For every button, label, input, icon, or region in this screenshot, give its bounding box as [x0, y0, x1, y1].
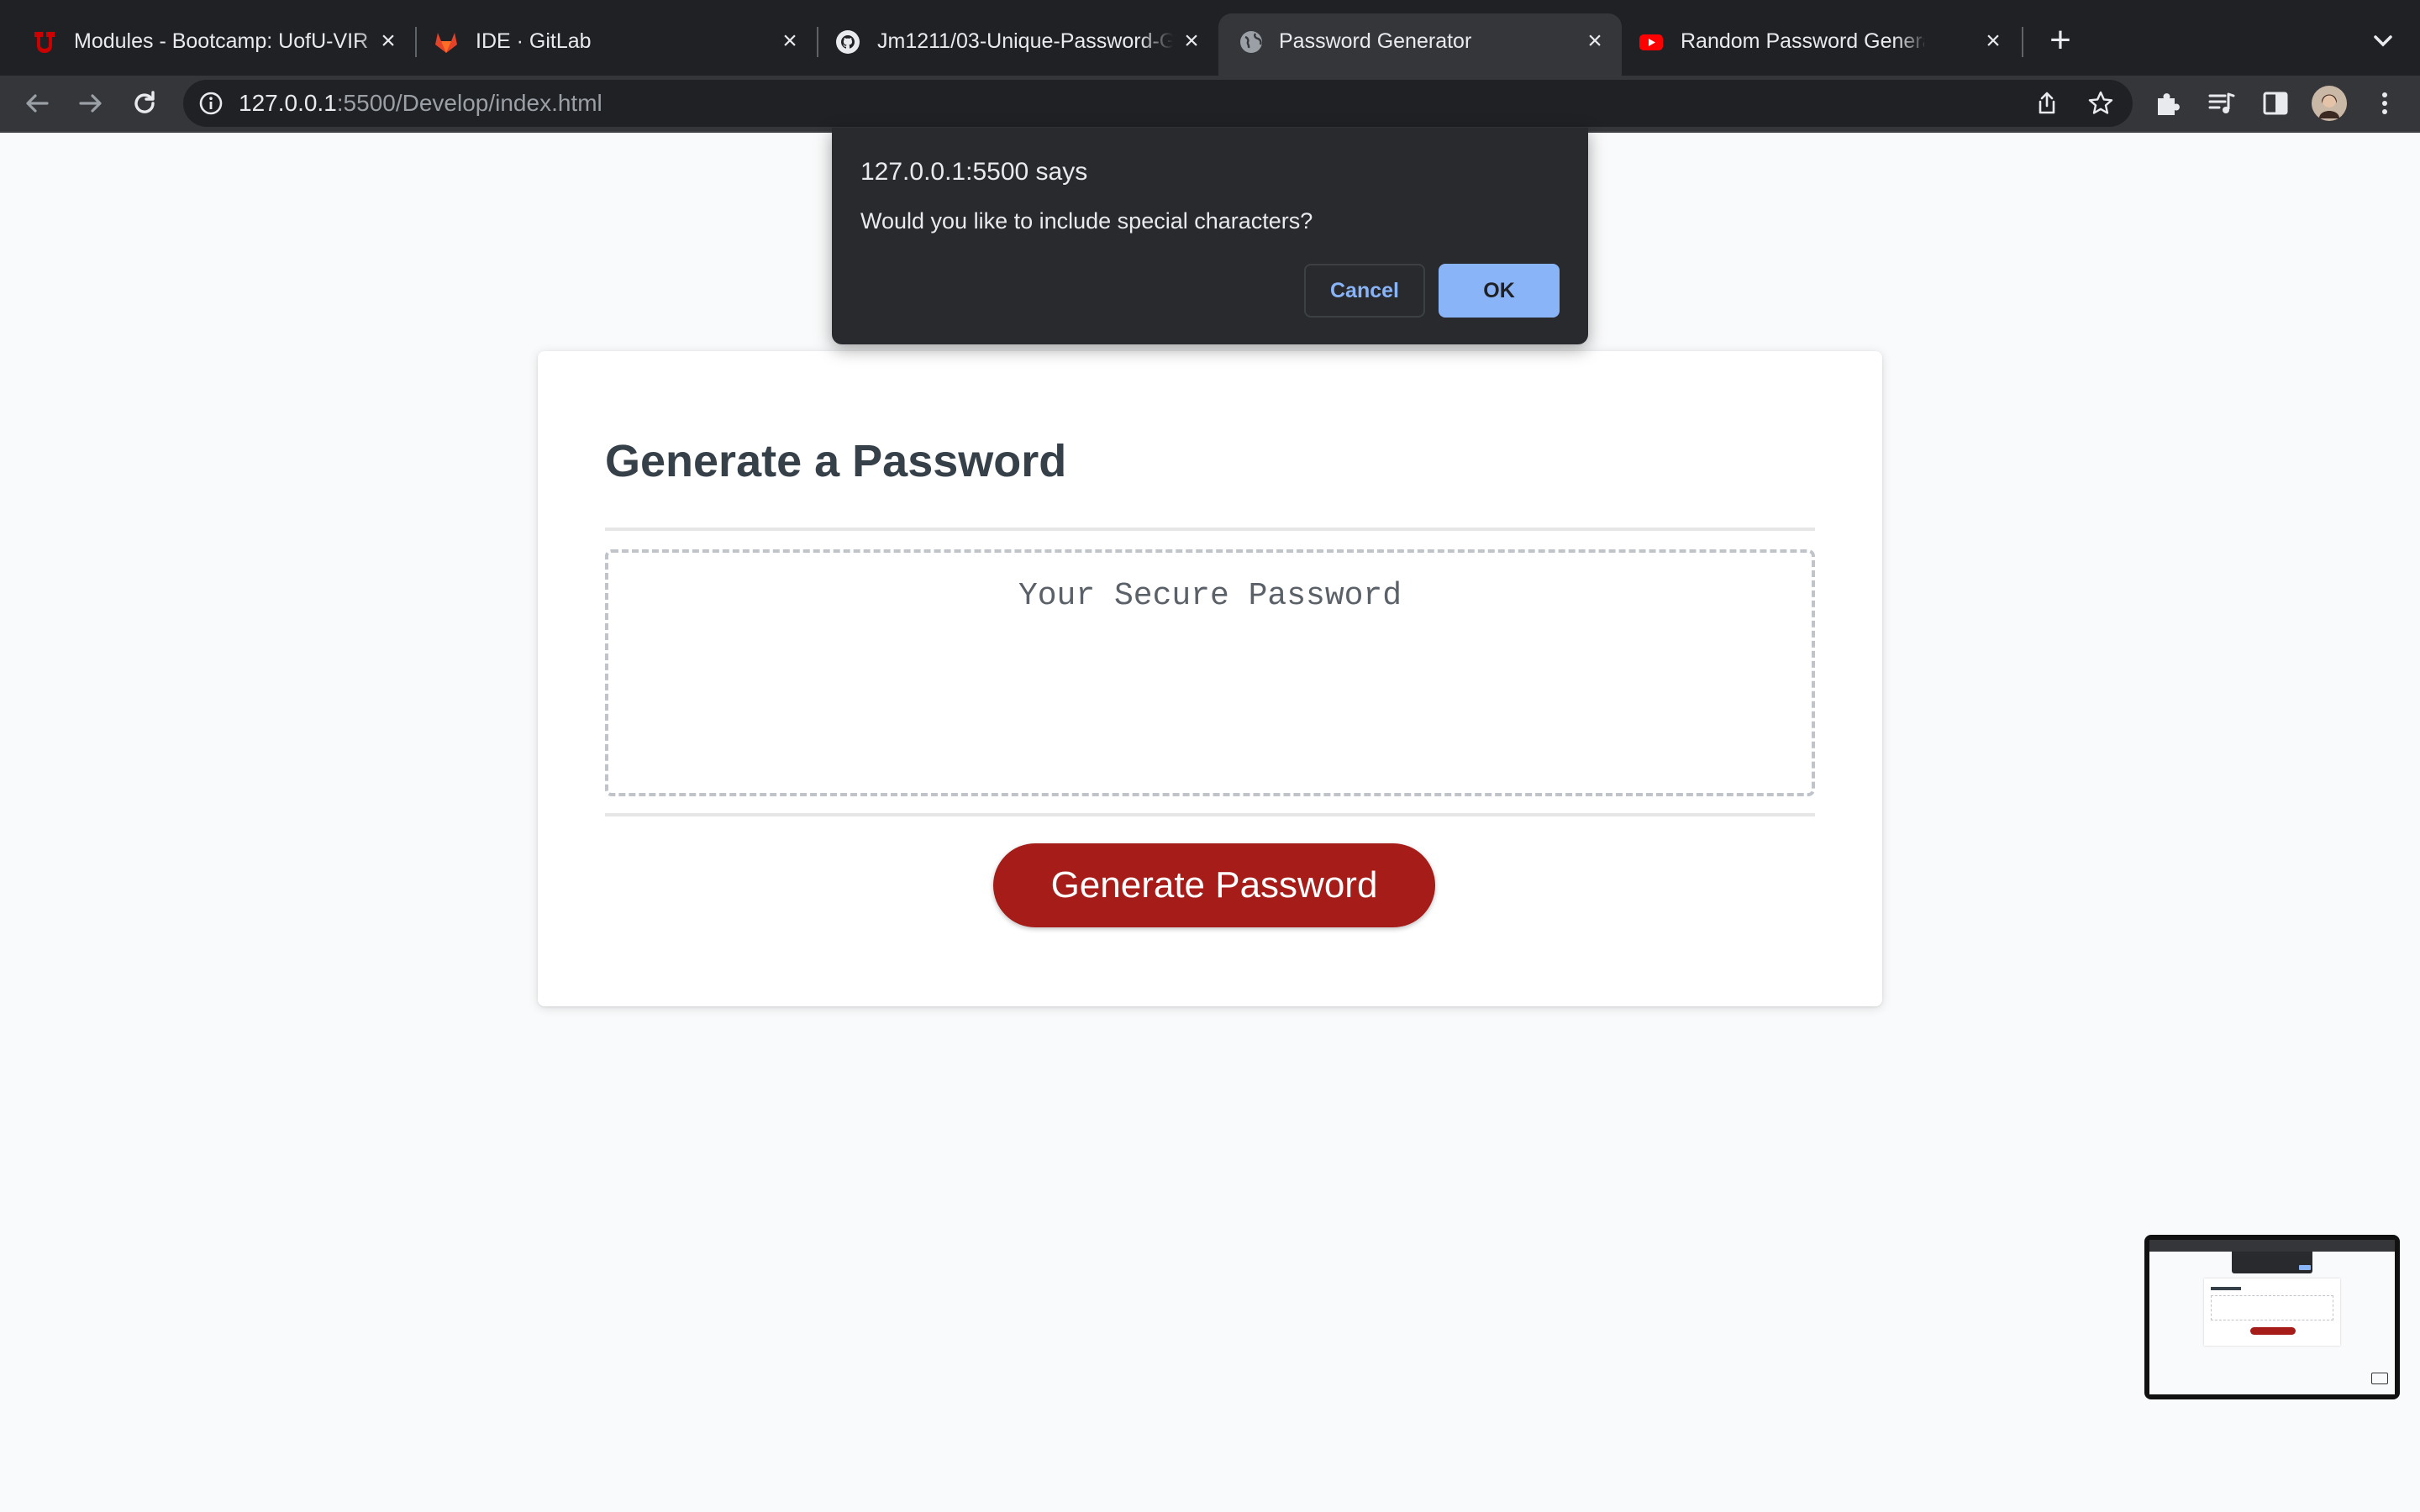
chevron-down-icon[interactable] [2368, 25, 2398, 55]
address-bar[interactable]: 127.0.0.1:5500/Develop/index.html [183, 80, 2133, 127]
thumbnail-preview [2149, 1240, 2395, 1394]
password-output[interactable] [605, 549, 1815, 796]
reload-icon[interactable] [128, 87, 161, 120]
tab-title: Password Generator [1279, 29, 1472, 53]
tab-title-fade [1896, 13, 1929, 69]
close-icon[interactable]: × [1178, 28, 1205, 55]
tab-password-generator[interactable]: Password Generator × [1218, 13, 1622, 76]
back-arrow-icon[interactable] [20, 87, 54, 120]
extensions-puzzle-icon[interactable] [2151, 87, 2185, 120]
tab-youtube-video[interactable]: Random Password Generator in JavaScript … [1623, 13, 2027, 69]
thumbnail-dialog [2232, 1252, 2312, 1273]
thumbnail-heading [2211, 1287, 2241, 1290]
new-tab-button[interactable]: + [2044, 22, 2077, 59]
close-icon[interactable]: × [776, 28, 803, 55]
youtube-icon [1639, 34, 1663, 50]
tab-separator [2022, 27, 2023, 57]
dialog-origin: 127.0.0.1:5500 says [860, 158, 1088, 186]
tab-title-fade [1139, 13, 1173, 69]
page-title: Generate a Password [605, 436, 1067, 486]
tab-title: Modules - Bootcamp: UofU-VIR [74, 29, 369, 53]
forward-arrow-icon[interactable] [74, 87, 108, 120]
thumbnail-ok [2299, 1265, 2311, 1270]
share-icon[interactable] [2033, 90, 2060, 117]
tab-ide-gitlab[interactable]: IDE · GitLab × [402, 13, 813, 69]
footer-divider [605, 813, 1815, 816]
bookmark-star-icon[interactable] [2087, 90, 2114, 117]
globe-icon [1240, 31, 1262, 53]
tab-modules-bootcamp[interactable]: Modules - Bootcamp: UofU-VIR × [0, 13, 412, 69]
tab-title: IDE · GitLab [476, 29, 592, 53]
generate-password-button[interactable]: Generate Password [993, 843, 1435, 927]
thumbnail-chrome [2149, 1240, 2395, 1252]
close-icon[interactable]: × [1581, 28, 1608, 55]
confirm-dialog: 127.0.0.1:5500 says Would you like to in… [832, 128, 1588, 344]
github-icon [836, 30, 860, 54]
dialog-message: Would you like to include special charac… [860, 208, 1313, 234]
header-divider [605, 528, 1815, 531]
url-path: :5500/Develop/index.html [336, 90, 602, 116]
cancel-button[interactable]: Cancel [1304, 264, 1425, 318]
thumbnail-password-box [2211, 1295, 2333, 1320]
more-vertical-icon[interactable] [2368, 87, 2402, 120]
tab-github-repo[interactable]: Jm1211/03-Unique-Password-Generator × [803, 13, 1215, 69]
info-icon[interactable] [198, 91, 224, 116]
side-panel-icon[interactable] [2259, 87, 2292, 120]
tab-title: Jm1211/03-Unique-Password-Generator [877, 29, 1173, 53]
thumbnail-button [2250, 1327, 2296, 1335]
browser-tab-bar: Modules - Bootcamp: UofU-VIR × IDE · Git… [0, 0, 2420, 76]
profile-avatar[interactable] [2311, 85, 2348, 122]
screenshot-thumbnail[interactable] [2144, 1235, 2400, 1399]
gitlab-icon [435, 33, 457, 53]
url-text: 127.0.0.1:5500/Develop/index.html [239, 80, 602, 127]
thumbnail-pip-icon [2371, 1373, 2388, 1384]
url-host: 127.0.0.1 [239, 90, 337, 116]
password-card: Generate a Password Generate Password [538, 351, 1882, 1006]
ok-button[interactable]: OK [1439, 264, 1560, 318]
media-control-icon[interactable] [2205, 87, 2238, 120]
utah-u-icon [34, 32, 55, 53]
tab-title: Random Password Generator in JavaScript [1681, 29, 1924, 53]
close-icon[interactable]: × [375, 28, 402, 55]
close-icon[interactable]: × [1980, 28, 2007, 55]
